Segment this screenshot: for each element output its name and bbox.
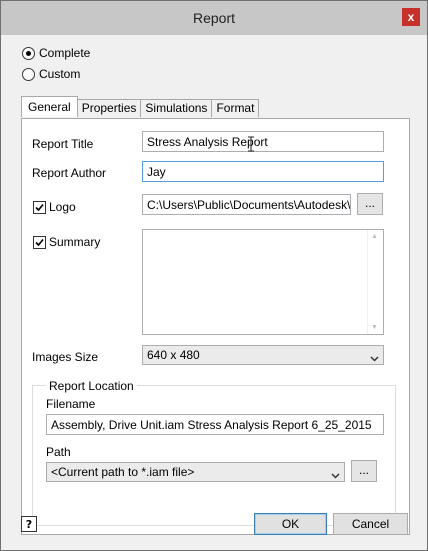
report-location-label: Report Location [46, 379, 137, 393]
scroll-down-icon[interactable]: ▼ [371, 324, 378, 331]
logo-checkbox[interactable]: Logo [33, 200, 76, 214]
tab-format[interactable]: Format [211, 99, 260, 117]
filename-input[interactable]: Assembly, Drive Unit.iam Stress Analysis… [46, 414, 384, 435]
images-size-select[interactable]: 640 x 480 [142, 345, 384, 365]
tab-properties[interactable]: Properties [76, 99, 142, 117]
summary-textarea[interactable]: ▲ ▼ [142, 229, 384, 335]
help-button[interactable]: ? [21, 516, 37, 532]
svg-text:?: ? [26, 518, 32, 531]
report-dialog: Report x Complete Custom General Propert… [0, 0, 428, 551]
chevron-down-icon [331, 468, 340, 482]
dialog-body: Complete Custom General Properties Simul… [10, 35, 418, 542]
checkbox-checked-icon[interactable] [33, 235, 46, 249]
path-select[interactable]: <Current path to *.iam file> [46, 462, 345, 482]
radio-button[interactable] [22, 67, 35, 81]
help-icon[interactable]: ? [21, 516, 37, 532]
images-size-value: 640 x 480 [147, 348, 200, 362]
images-size-label: Images Size [32, 350, 99, 364]
close-button[interactable]: x [402, 8, 420, 26]
report-author-input[interactable]: Jay [142, 161, 384, 182]
report-author-label: Report Author [32, 166, 107, 180]
path-label: Path [46, 445, 71, 459]
text-cursor-icon [248, 136, 254, 152]
filename-label: Filename [46, 397, 96, 411]
logo-path-input[interactable]: C:\Users\Public\Documents\Autodesk\Inv [142, 194, 351, 215]
summary-label: Summary [49, 235, 101, 249]
summary-scrollbar[interactable]: ▲ ▼ [367, 230, 383, 334]
radio-button-selected[interactable] [22, 46, 35, 60]
ok-button[interactable]: OK [254, 513, 327, 535]
logo-browse-button[interactable]: ... [357, 193, 383, 215]
title-bar[interactable]: Report x [1, 1, 427, 35]
checkbox-checked-icon[interactable] [33, 200, 46, 214]
path-browse-button[interactable]: ... [351, 460, 377, 482]
general-panel: Report Title Stress Analysis Report Repo… [21, 118, 410, 535]
tab-simulations[interactable]: Simulations [140, 99, 213, 117]
radio-complete-label: Complete [39, 46, 91, 60]
summary-checkbox[interactable]: Summary [33, 235, 100, 249]
tab-general[interactable]: General [21, 96, 78, 117]
cancel-button[interactable]: Cancel [333, 513, 408, 535]
radio-custom-label: Custom [39, 67, 81, 81]
logo-label: Logo [49, 200, 76, 214]
chevron-down-icon [370, 351, 379, 365]
dialog-title: Report [192, 10, 236, 26]
report-title-input[interactable]: Stress Analysis Report [142, 131, 384, 152]
path-value: <Current path to *.iam file> [51, 465, 195, 479]
tab-strip: General Properties Simulations Format [21, 96, 260, 117]
scroll-up-icon[interactable]: ▲ [371, 233, 378, 240]
report-title-label: Report Title [32, 137, 94, 151]
radio-custom[interactable]: Custom [22, 67, 80, 81]
radio-complete[interactable]: Complete [22, 46, 90, 60]
